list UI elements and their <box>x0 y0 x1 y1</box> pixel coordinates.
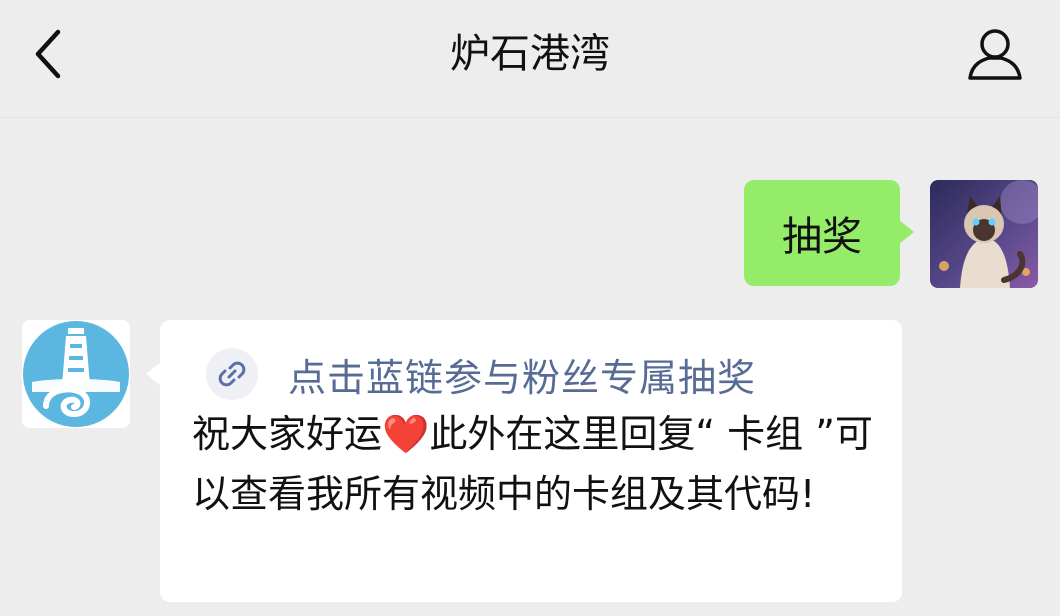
my-avatar[interactable] <box>930 180 1038 288</box>
chat-title: 炉石港湾 <box>450 31 610 77</box>
lottery-link-text: 点击蓝链参与粉丝专属抽奖 <box>288 355 757 400</box>
my-message-text: 抽奖 <box>782 214 862 260</box>
heart-emoji-icon: ❤️ <box>382 412 430 456</box>
link-icon <box>206 348 258 400</box>
person-icon <box>968 29 1022 80</box>
official-account-avatar[interactable] <box>22 320 130 428</box>
lighthouse-logo <box>22 320 130 428</box>
my-message-bubble[interactable]: 抽奖 <box>744 180 914 286</box>
official-message-text: 祝大家好运❤️此外在这里回复“ 卡组 ”可以查看我所有视频中的卡组及其代码! <box>192 404 882 524</box>
message-text-part1: 祝大家好运 <box>192 412 383 456</box>
chat-header: 炉石港湾 <box>0 0 1060 118</box>
lottery-link[interactable]: 点击蓝链参与粉丝专属抽奖 <box>192 346 882 402</box>
official-message-bubble[interactable]: 点击蓝链参与粉丝专属抽奖 祝大家好运❤️此外在这里回复“ 卡组 ”可以查看我所有… <box>146 320 902 602</box>
message-list[interactable]: 抽奖 点击蓝链参与粉丝专属抽奖 祝大家好运❤️此外在这里回复“ 卡组 ”可以查看… <box>0 118 1060 616</box>
chat-info-button[interactable] <box>962 24 1028 86</box>
cat-avatar <box>930 180 1038 288</box>
